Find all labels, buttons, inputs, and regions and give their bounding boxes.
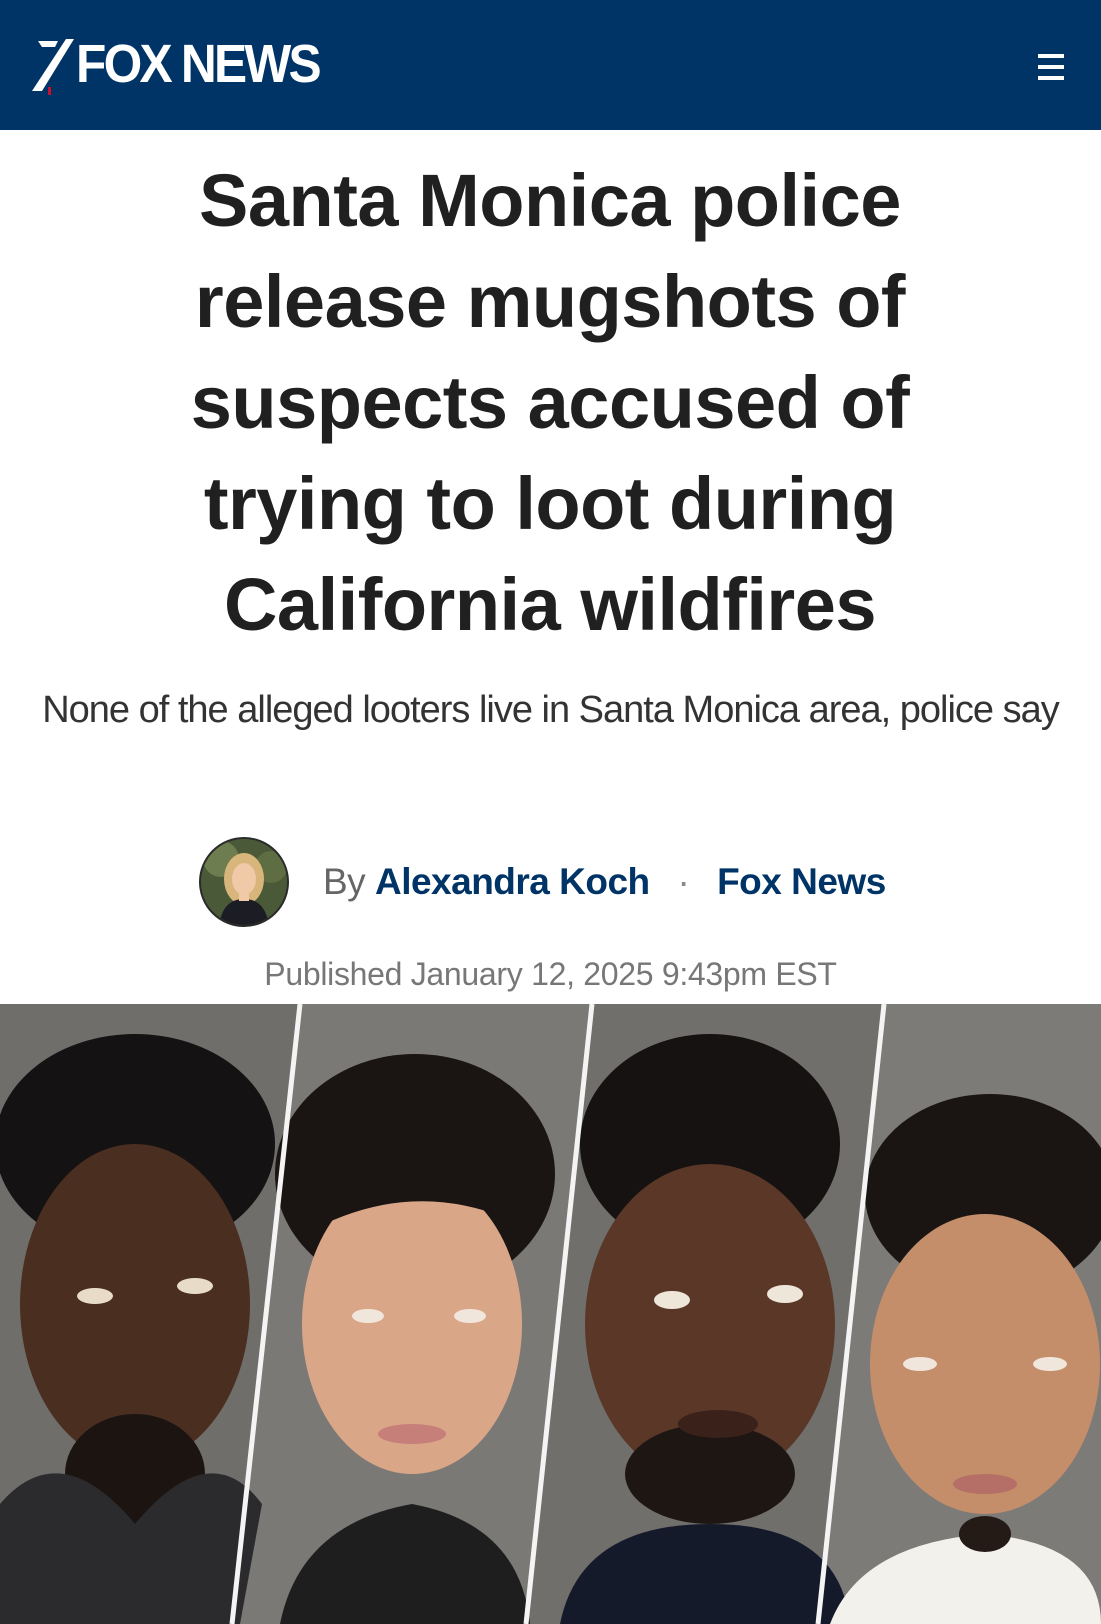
hero-mugshot-image[interactable] [0, 1004, 1101, 1624]
byline-text: By Alexandra Koch · Fox News [323, 861, 886, 903]
source-link[interactable]: Fox News [717, 861, 886, 902]
mugshot-person-1 [0, 1034, 275, 1624]
byline-separator: · [677, 861, 690, 902]
logo-text: FOX NEWS [76, 34, 322, 94]
article-headline: Santa Monica police release mugshots of … [190, 159, 910, 646]
byline: By Alexandra Koch · Fox News [199, 836, 886, 928]
fox-news-logo[interactable]: FOX NEWS [28, 28, 340, 100]
author-link[interactable]: Alexandra Koch [375, 861, 650, 902]
site-header: FOX NEWS [0, 0, 1101, 130]
fox-news-logo-icon [28, 29, 80, 99]
byline-prefix: By [323, 861, 366, 902]
author-avatar[interactable] [199, 837, 289, 927]
article-subheadline: None of the alleged looters live in Sant… [42, 689, 1060, 731]
article-page: FOX NEWS Santa Monica police release mug… [0, 0, 1101, 1624]
published-timestamp: Published January 12, 2025 9:43pm EST [264, 956, 837, 992]
hamburger-menu-icon[interactable] [1030, 48, 1072, 86]
